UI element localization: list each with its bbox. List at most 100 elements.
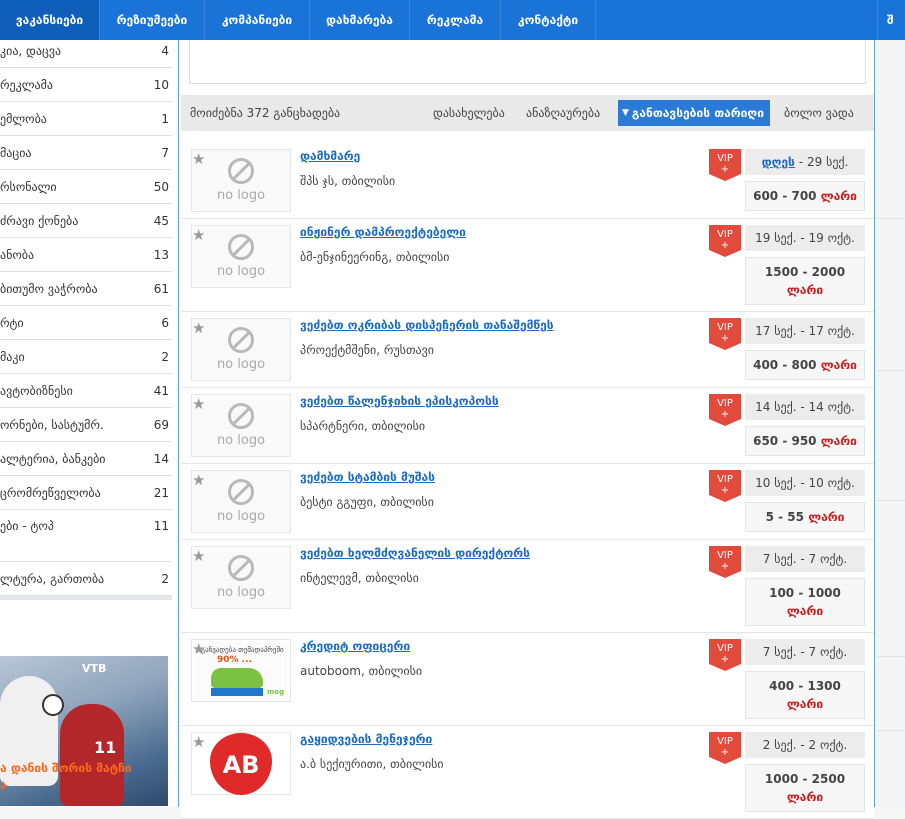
sidebar-item[interactable]: რსონალი 50 (0, 170, 172, 204)
company-name: სპარტნერი, თბილისი (300, 419, 426, 433)
sidebar-item[interactable]: რეკლამა 10 (0, 68, 172, 102)
company-logo: no logo (191, 225, 291, 288)
job-title[interactable]: ინჟინერ დამპროექტებელი (300, 225, 466, 239)
vip-badge: VIP + (709, 470, 741, 502)
star-icon[interactable]: ★ (192, 226, 205, 244)
nav-edge-item[interactable]: შ (877, 0, 905, 40)
sidebar-item-label: რტი (0, 315, 24, 330)
no-logo-text: no logo (216, 433, 266, 448)
job-title[interactable]: გაყიდვების მენეჯერი (300, 732, 432, 746)
job-row[interactable]: AB ★ გაყიდვების მენეჯერი ა.ბ სექიურითი, … (181, 726, 874, 819)
sort-by-salary[interactable]: ანაზღაურება (526, 100, 600, 126)
search-filter-box[interactable] (189, 40, 866, 84)
company-name: ბესტი გგუფი, თბილისი (300, 495, 434, 509)
divider (877, 370, 905, 371)
job-row[interactable]: no logo ★ ინჟინერ დამპროექტებელი ბმ-ენჯი… (181, 219, 874, 312)
posting-dates: 7 სექ. - 7 ოქტ. (745, 639, 865, 665)
sort-by-posted-date[interactable]: ▼ განთავსების თარიღი (618, 100, 770, 126)
company-logo: no logo (191, 149, 291, 212)
sidebar-item[interactable]: ალტერია, ბანკები 14 (0, 442, 172, 476)
car-icon (211, 668, 263, 688)
sidebar-item[interactable]: მაცია 7 (0, 136, 172, 170)
sidebar-item[interactable]: ორნები, სასტუმრ. 69 (0, 408, 172, 442)
star-icon[interactable]: ★ (192, 640, 205, 658)
sidebar-item-count: 6 (161, 315, 169, 330)
job-listing-panel: მოიძებნა 372 განცხადება დასახელება ანაზღ… (178, 40, 875, 819)
category-sidebar: კია, დაცვა 4 რეკლამა 10 ემლობა 1 მაცია 7 რსო… (0, 40, 176, 807)
sidebar-item[interactable]: მაკი 2 (0, 340, 172, 374)
sidebar-item[interactable]: ანობა 13 (0, 238, 172, 272)
job-title[interactable]: დამხმარე (300, 149, 360, 163)
sidebar-item[interactable]: კია, დაცვა 4 (0, 34, 172, 68)
star-icon[interactable]: ★ (192, 733, 205, 751)
vip-badge: VIP + (709, 394, 741, 426)
sidebar-item[interactable]: ემლობა 1 (0, 102, 172, 136)
sidebar-item[interactable]: რტი 6 (0, 306, 172, 340)
sidebar-item[interactable]: ცრომრეწველობა 21 (0, 476, 172, 510)
logo-text: 90% ... (217, 655, 252, 665)
job-title[interactable]: ვეძებთ სტამბის მუშას (300, 470, 435, 484)
salary: 1000 - 2500 ლარი (745, 764, 865, 812)
sidebar-item[interactable]: ძრავი ქონება 45 (0, 204, 172, 238)
vip-badge: VIP + (709, 546, 741, 578)
job-row[interactable]: განვადება თემადაპრეში 90% ... mog ★ კრედ… (181, 633, 874, 726)
sidebar-item-count: 45 (153, 213, 169, 228)
posting-dates: 7 სექ. - 7 ოქტ. (745, 546, 865, 572)
star-icon[interactable]: ★ (192, 395, 205, 413)
vip-badge: VIP + (709, 318, 741, 350)
no-logo-text: no logo (216, 188, 266, 203)
sidebar-item[interactable]: ლტურა, გართობა 2 (0, 562, 172, 596)
today-label: დღეს (761, 155, 795, 169)
company-name: ინტელევმ, თბილისი (300, 571, 419, 585)
sidebar-item[interactable]: ები - ტოპ 11 (0, 510, 172, 562)
job-row[interactable]: no logo ★ ვეძებთ ოკრიბას დისპეჩერის თანა… (181, 312, 874, 388)
star-icon[interactable]: ★ (192, 547, 205, 565)
job-row[interactable]: no logo ★ ვეძებთ წალენჯიხის ეპისკოპოსს ს… (181, 388, 874, 464)
sort-by-deadline[interactable]: ბოლო ვადა (784, 100, 854, 126)
company-logo: no logo (191, 546, 291, 609)
company-name: autoboom, თბილისი (300, 664, 423, 678)
divider (877, 500, 905, 501)
shirt-number: 11 (94, 738, 117, 757)
sidebar-item[interactable]: ბითუმო ვაჭრობა 61 (0, 272, 172, 306)
job-row[interactable]: no logo ★ დამხმარე შპს ჯს, თბილისი VIP + … (181, 143, 874, 219)
caret-down-icon: ▼ (622, 108, 629, 118)
no-logo-icon (228, 234, 254, 260)
vtb-ad-banner[interactable]: 11 VTB ა დანის შორის მატჩი ა (0, 656, 168, 806)
sidebar-item-label: ანობა (0, 247, 35, 262)
job-row[interactable]: no logo ★ ვეძებთ სტამბის მუშას ბესტი გგუ… (181, 464, 874, 540)
sidebar-item-label: ორნები, სასტუმრ. (0, 417, 104, 432)
star-icon[interactable]: ★ (192, 150, 205, 168)
tab-help[interactable]: დახმარება (310, 0, 410, 40)
sidebar-item-count: 11 (153, 519, 169, 533)
sidebar-item-label: კია, დაცვა (0, 43, 62, 58)
sidebar-item-label: რსონალი (0, 179, 57, 194)
results-bar: მოიძებნა 372 განცხადება დასახელება ანაზღ… (181, 95, 874, 131)
sidebar-item-count: 41 (153, 383, 169, 398)
sidebar-item-count: 61 (153, 281, 169, 296)
salary: 100 - 1000 ლარი (745, 578, 865, 626)
job-row[interactable]: no logo ★ ვეძებთ ხელმძღვანელის დირექტორს… (181, 540, 874, 633)
job-title[interactable]: ვეძებთ ხელმძღვანელის დირექტორს (300, 546, 530, 560)
star-icon[interactable]: ★ (192, 471, 205, 489)
sidebar-item-count: 1 (161, 111, 169, 126)
job-title[interactable]: ვეძებთ ოკრიბას დისპეჩერის თანაშემწეს (300, 318, 554, 332)
job-title[interactable]: კრედიტ ოფიცერი (300, 639, 410, 653)
salary: 650 - 950 ლარი (745, 426, 865, 456)
tab-companies[interactable]: კომპანიები (205, 0, 310, 40)
job-title[interactable]: ვეძებთ წალენჯიხის ეპისკოპოსს (300, 394, 499, 408)
company-logo: no logo (191, 394, 291, 457)
tab-contact[interactable]: კონტაქტი (501, 0, 596, 40)
sidebar-item[interactable]: ავტობიზნესი 41 (0, 374, 172, 408)
logo-text: mog (267, 688, 285, 696)
star-icon[interactable]: ★ (192, 319, 205, 337)
sort-by-location[interactable]: დასახელება (433, 100, 505, 126)
vip-badge: VIP + (709, 732, 741, 764)
sidebar-item-label: ბითუმო ვაჭრობა (0, 281, 98, 296)
sidebar-item-label: ცრომრეწველობა (0, 485, 101, 500)
vip-badge: VIP + (709, 639, 741, 671)
company-logo: no logo (191, 470, 291, 533)
sidebar-item-count: 4 (161, 43, 169, 58)
tab-advertising[interactable]: რეკლამა (410, 0, 501, 40)
divider (877, 730, 905, 731)
